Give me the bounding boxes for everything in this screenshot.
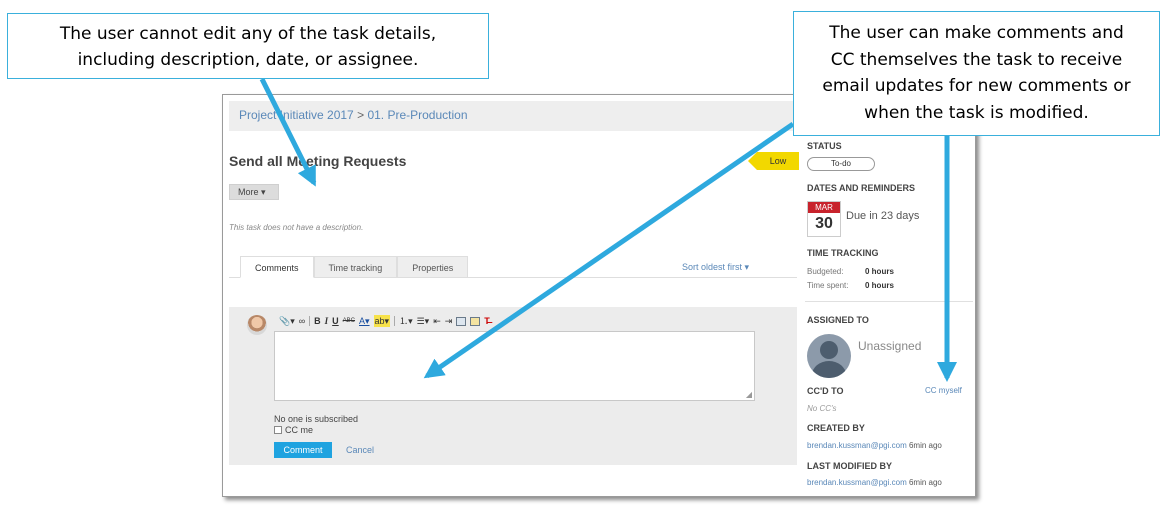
arrow-right-callout-comment: [423, 121, 795, 379]
callout-right-line: email updates for new comments or: [822, 76, 1131, 96]
callout-left: The user cannot edit any of the task det…: [7, 13, 489, 79]
callout-left-line: The user cannot edit any of the task det…: [59, 24, 437, 44]
callout-right-line: when the task is modified.: [864, 102, 1089, 123]
callout-right: The user can make comments and CC themse…: [793, 11, 1160, 136]
callout-right-line: The user can make comments and: [829, 23, 1124, 43]
callout-left-line: including description, date, or assignee…: [77, 50, 419, 70]
callout-right-line: CC themselves the task to receive: [830, 49, 1123, 70]
arrow-left-callout: [259, 77, 317, 187]
